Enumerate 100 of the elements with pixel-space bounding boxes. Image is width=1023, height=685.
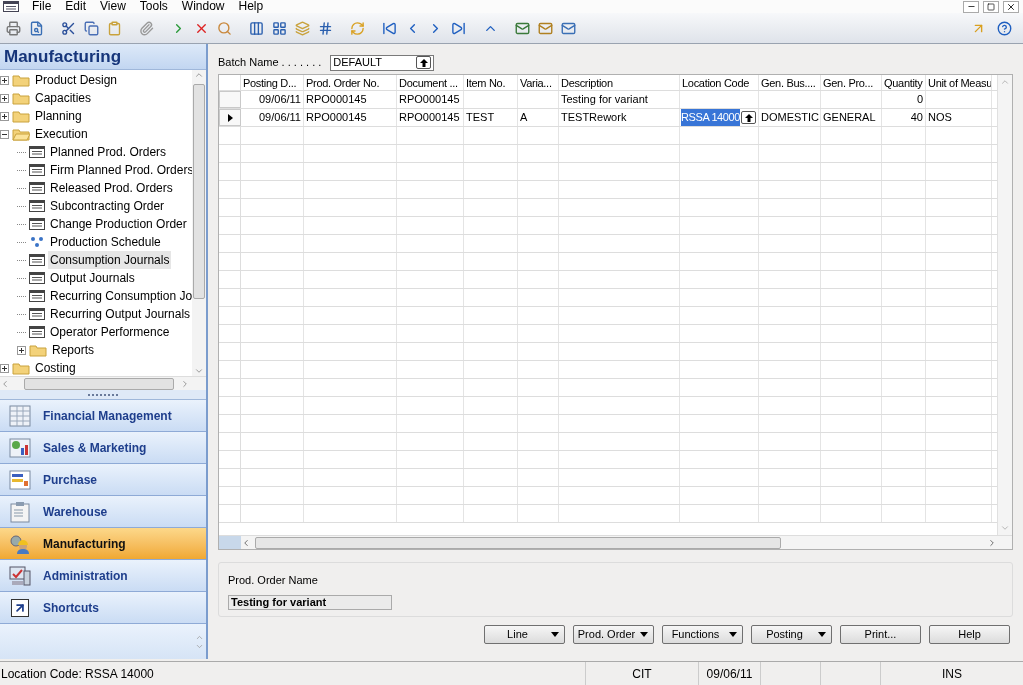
menu-item[interactable]: View (93, 0, 133, 13)
close-button[interactable] (1003, 0, 1019, 13)
minimize-button[interactable] (963, 0, 979, 13)
tree-item[interactable]: Execution (33, 125, 90, 143)
form-icon (29, 146, 45, 158)
table-cell-text: RPO000145 (399, 110, 460, 126)
form-icon (29, 290, 45, 302)
status-text: 09/06/11 (706, 665, 753, 683)
grid-corner (219, 536, 241, 549)
table-cell-text: DOMESTIC (761, 110, 820, 126)
module-button[interactable]: Shortcuts (0, 592, 206, 624)
field-label: Prod. Order Name (228, 573, 319, 588)
status-message: Location Code: RSSA 14000 (0, 665, 155, 683)
form-icon (29, 164, 45, 176)
tree-item[interactable]: Operator Performence (48, 323, 172, 341)
tree-item[interactable]: Costing (33, 359, 78, 376)
column-header[interactable]: Gen. Bus.... (759, 75, 821, 90)
tree-item[interactable]: Released Prod. Orders (48, 179, 175, 197)
tree-item[interactable]: Recurring Output Journals (48, 305, 192, 323)
module-button[interactable]: Purchase (0, 464, 206, 496)
module-button[interactable]: Warehouse (0, 496, 206, 528)
table-cell: RSSA 14000 (681, 109, 740, 126)
module-button[interactable]: Manufacturing (0, 528, 206, 560)
column-header[interactable]: Posting D... (241, 75, 304, 90)
action-button[interactable]: Print... (840, 625, 921, 644)
tree-item[interactable]: Recurring Consumption Jo (48, 287, 192, 305)
scrollbar[interactable] (241, 536, 1012, 549)
tree-item[interactable]: Product Design (33, 71, 120, 89)
tree-item[interactable]: Subcontracting Order (48, 197, 167, 215)
column-header[interactable]: Gen. Pro... (821, 75, 882, 90)
scroll-right-icon[interactable] (987, 537, 997, 548)
action-button[interactable]: Prod. Order (573, 625, 654, 644)
current-row-icon (227, 113, 233, 122)
dropdown-icon (640, 632, 648, 637)
column-header[interactable]: Item No. (464, 75, 518, 90)
column-header[interactable]: Unit of Measu (926, 75, 992, 90)
status-text: INS (942, 665, 962, 683)
menu-item[interactable]: Help (231, 0, 271, 13)
expand-icon[interactable] (0, 93, 9, 103)
module-button[interactable]: Sales & Marketing (0, 432, 206, 464)
nodes-icon (29, 236, 45, 248)
tree-item[interactable]: Reports (50, 341, 97, 359)
worker-icon (9, 532, 31, 555)
column-header[interactable]: Document ... (397, 75, 464, 90)
action-button[interactable]: Functions (662, 625, 743, 644)
prod-order-name-field: Testing for variant (228, 594, 392, 610)
table-cell-text: GENERAL (823, 110, 876, 126)
action-button[interactable]: Line (484, 625, 565, 644)
form-icon (29, 218, 45, 230)
menu-item[interactable]: Window (174, 0, 232, 13)
form-icon (29, 254, 45, 266)
table-cell-text: RPO000145 (306, 110, 367, 126)
tree-item[interactable]: Consumption Journals (48, 251, 172, 269)
column-header[interactable]: Location Code (680, 75, 759, 90)
pane-title: Manufacturing (0, 44, 206, 70)
collapse-icon[interactable] (0, 129, 9, 139)
open-folder-icon (12, 127, 30, 141)
restore-icon (987, 2, 995, 11)
dropdown-icon (551, 632, 559, 637)
tree-item[interactable]: Change Production Order (48, 215, 189, 233)
menu-item[interactable]: File (25, 0, 59, 13)
column-header[interactable]: Quantity (882, 75, 926, 90)
form-icon (29, 200, 45, 212)
scroll-left-icon[interactable] (241, 537, 251, 548)
lookup-button[interactable] (416, 56, 432, 69)
action-button[interactable]: Help (929, 625, 1010, 644)
menu-item[interactable]: Tools (132, 0, 175, 13)
ledger-icon (9, 404, 31, 427)
expand-icon[interactable] (0, 75, 9, 85)
tree-item[interactable]: Capacities (33, 89, 94, 107)
tree-item[interactable]: Planned Prod. Orders (48, 143, 169, 161)
tree-item[interactable]: Production Schedule (48, 233, 163, 251)
folder-icon (12, 73, 30, 87)
column-header[interactable]: Description (559, 75, 680, 90)
computer-icon (9, 564, 31, 587)
expand-icon[interactable] (17, 345, 26, 355)
expand-icon[interactable] (0, 111, 9, 121)
status-text: CIT (632, 665, 652, 683)
batch-name-field[interactable]: DEFAULT (330, 54, 435, 71)
lookup-button[interactable] (741, 111, 756, 124)
table-cell-text: 09/06/11 (259, 92, 301, 108)
folder-icon (12, 91, 30, 105)
column-header[interactable]: Prod. Order No. (304, 75, 397, 90)
row-selector[interactable] (219, 109, 241, 126)
app-menu-icon[interactable] (3, 1, 19, 12)
table-cell-text: 09/06/11 (259, 110, 301, 126)
module-button[interactable]: Administration (0, 560, 206, 592)
table-cell-text: TESTRework (561, 110, 627, 126)
menu-item[interactable]: Edit (58, 0, 94, 13)
expand-icon[interactable] (0, 363, 9, 373)
table-cell-text: A (520, 110, 528, 126)
tree-item[interactable]: Planning (33, 107, 84, 125)
form-icon (9, 468, 31, 491)
tree-item[interactable]: Output Journals (48, 269, 137, 287)
table-cell-text: 40 (910, 110, 923, 126)
form-icon (29, 308, 45, 320)
table-cell-text: NOS (928, 110, 952, 126)
module-button[interactable]: Financial Management (0, 400, 206, 432)
action-button[interactable]: Posting (751, 625, 832, 644)
column-header[interactable]: Varia... (518, 75, 559, 90)
